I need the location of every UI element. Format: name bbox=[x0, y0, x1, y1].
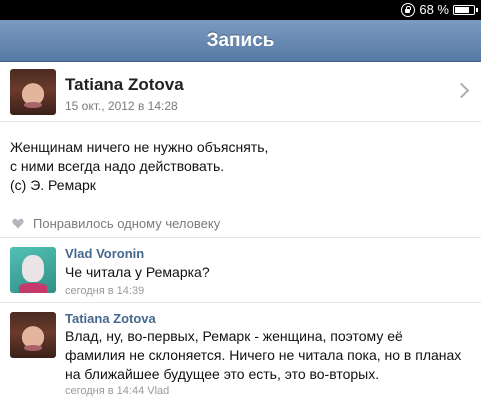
comment-text-line: Влад, ну, во-первых, Ремарк - женщина, п… bbox=[65, 328, 403, 344]
post-text-line: Женщинам ничего не нужно объяснять, bbox=[10, 139, 269, 155]
likes-count-text[interactable]: Понравилось одному человеку bbox=[33, 216, 220, 231]
avatar[interactable] bbox=[10, 69, 56, 115]
comment-date: сегодня в 14:44 Vlad bbox=[65, 385, 170, 397]
post-text-line: (с) Э. Ремарк bbox=[10, 177, 96, 193]
avatar[interactable] bbox=[10, 312, 56, 358]
chevron-right-icon[interactable] bbox=[453, 82, 470, 99]
navigation-bar: Запись bbox=[0, 20, 481, 62]
post-author-name[interactable]: Tatiana Zotova bbox=[65, 75, 184, 95]
post-text-line: с ними всегда надо действовать. bbox=[10, 158, 225, 174]
comment-text-line: фамилия не склоняется. Ничего не читала … bbox=[65, 347, 462, 363]
post-text: Женщинам ничего не нужно объяснять, с ни… bbox=[10, 138, 470, 195]
status-bar: 68 % bbox=[0, 0, 481, 20]
comment-author[interactable]: Tatiana Zotova bbox=[65, 311, 156, 326]
comment-text-line: Че читала у Ремарка? bbox=[65, 264, 210, 280]
comment-date: сегодня в 14:39 bbox=[65, 285, 145, 297]
post-date: 15 окт., 2012 в 14:28 bbox=[65, 99, 178, 113]
battery-percentage: 68 % bbox=[419, 2, 449, 17]
comment-text: Че читала у Ремарка? bbox=[65, 263, 475, 282]
comment-text: Влад, ну, во-первых, Ремарк - женщина, п… bbox=[65, 327, 475, 384]
battery-icon bbox=[453, 5, 478, 15]
comment-item: Tatiana Zotova Влад, ну, во-первых, Рема… bbox=[0, 303, 481, 404]
page-title: Запись bbox=[206, 30, 275, 51]
post-author-row[interactable]: Tatiana Zotova 15 окт., 2012 в 14:28 bbox=[0, 62, 481, 122]
comment-text-line: на ближайшее будущее это есть, это во-вт… bbox=[65, 366, 380, 382]
orientation-lock-icon bbox=[401, 3, 416, 17]
avatar[interactable] bbox=[10, 247, 56, 293]
likes-row[interactable]: Понравилось одному человеку bbox=[0, 210, 481, 238]
comment-item: Vlad Voronin Че читала у Ремарка? сегодн… bbox=[0, 238, 481, 303]
heart-icon[interactable] bbox=[12, 218, 24, 229]
comment-author[interactable]: Vlad Voronin bbox=[65, 246, 144, 261]
